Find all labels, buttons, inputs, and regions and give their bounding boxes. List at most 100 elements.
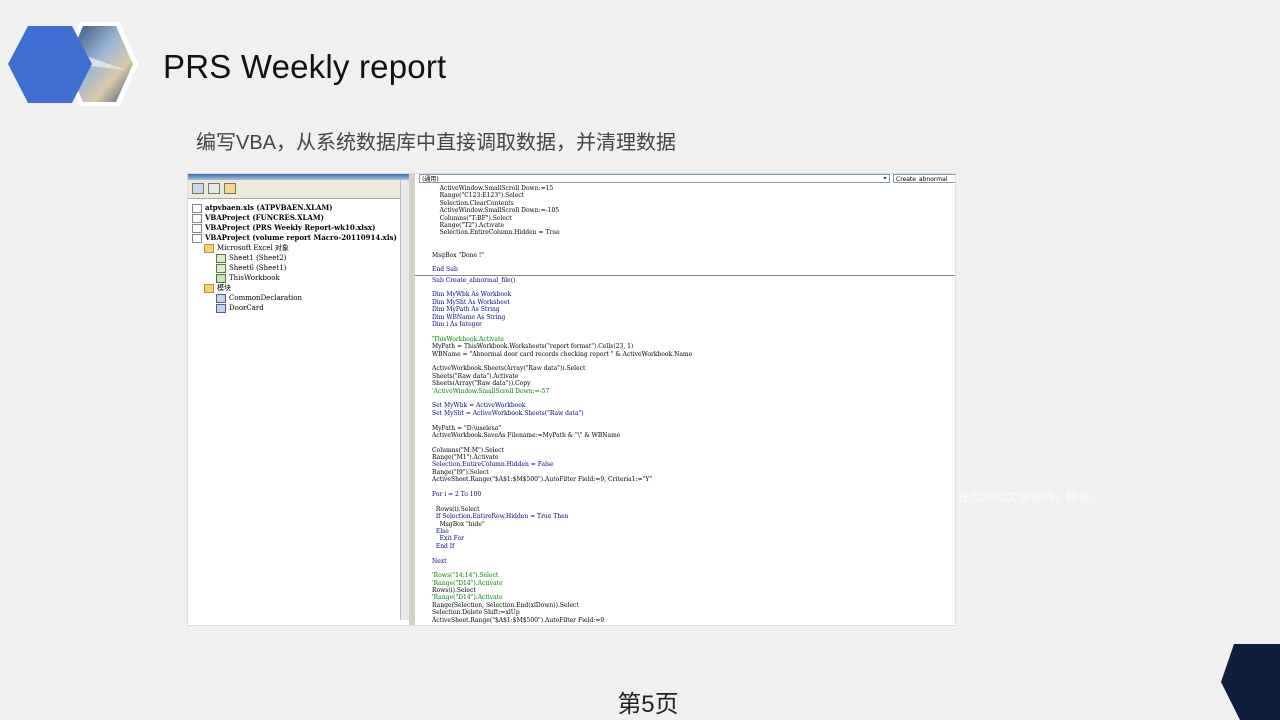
tree-item[interactable]: Sheet1 (Sheet2) — [188, 253, 409, 263]
collapse-icon — [192, 233, 202, 243]
code-line: ActiveWindow.SmallScroll Down:=-105 — [432, 207, 560, 215]
tree-item-label: VBAProject (PRS Weekly Report-wk10.xlsx) — [205, 223, 376, 232]
code-line: Dim MySht As Worksheet — [432, 298, 510, 306]
object-combo[interactable]: (通用) ▾ — [419, 174, 890, 183]
code-line: Range(Selection, Selection.End(xlDown)).… — [432, 601, 579, 609]
code-line: MsgBox "Done !" — [432, 251, 485, 259]
code-line: Selection.EntireColumn.Hidden = True — [432, 229, 560, 237]
code-line: Sheets(Array("Raw data")).Copy — [432, 380, 531, 388]
code-line: ActiveSheet.Range("$A$1:$M$500").AutoFil… — [432, 616, 605, 624]
code-line: Set MySht = ActiveWorkbook.Sheets("Raw d… — [432, 409, 584, 417]
tree-item[interactable]: VBAProject (volume report Macro-20110914… — [188, 233, 409, 243]
tree-item-label: 模块 — [217, 284, 231, 292]
tree-item[interactable]: 模块 — [188, 283, 409, 293]
tree-item-label: atpvbaen.xls (ATPVBAEN.XLAM) — [205, 203, 333, 212]
sheet-icon — [216, 253, 226, 263]
slide-title: PRS Weekly report — [163, 48, 447, 85]
code-line: For i = 2 To 100 — [432, 491, 482, 499]
tree-item-label: Sheet1 (Sheet2) — [229, 254, 287, 262]
code-line: MyPath = "D:\uselesa" — [432, 424, 501, 432]
project-toolbar — [188, 180, 409, 199]
code-line: Next — [432, 557, 447, 565]
code-editor-text[interactable]: ActiveWindow.SmallScroll Down:=15 Range(… — [415, 185, 955, 624]
code-line: ActiveSheet.Range("$A$1:$M$500").AutoFil… — [432, 476, 653, 484]
tree-item[interactable]: CommonDeclaration — [188, 293, 409, 303]
code-line: Else — [432, 527, 449, 535]
corner-hexagon-icon — [1221, 644, 1280, 720]
page-number: 第5页 — [617, 691, 679, 718]
code-line: 'ActiveWindow.SmallScroll Down:=-57 — [432, 387, 550, 395]
tree-item-label: VBAProject (volume report Macro-20110914… — [205, 233, 397, 242]
code-line: Rows(i).Select — [432, 505, 480, 513]
procedure-combo[interactable]: Create_abnormal_ — [893, 174, 955, 183]
code-line: End If — [432, 542, 455, 550]
code-line: Columns("M:M").Select — [432, 446, 504, 454]
code-line: Dim MyWbk As Workbook — [432, 291, 512, 299]
project-scrollbar[interactable] — [400, 180, 409, 620]
chevron-down-icon: ▾ — [883, 175, 887, 182]
code-line: MyPath = ThisWorkbook.Worksheets("report… — [432, 343, 634, 351]
tree-item-label: VBAProject (FUNCRES.XLAM) — [205, 213, 324, 222]
code-line: Sheets("Raw data").Activate — [432, 372, 519, 380]
object-combo-value: (通用) — [422, 176, 439, 183]
tree-item-label: Sheet6 (Sheet1) — [229, 264, 287, 272]
code-line: Selection.Delete Shift:=xlUp — [432, 609, 520, 617]
project-tree: atpvbaen.xls (ATPVBAEN.XLAM) VBAProject (… — [188, 199, 409, 313]
code-line: Range("C123:E123").Select — [432, 192, 525, 200]
tree-item-label: DoorCard — [229, 304, 264, 312]
code-line: 'Rows("14:14").Select — [432, 572, 499, 580]
toggle-folders-icon[interactable] — [224, 183, 236, 194]
project-explorer: atpvbaen.xls (ATPVBAEN.XLAM) VBAProject (… — [188, 174, 410, 625]
procedure-separator — [415, 274, 955, 276]
view-code-icon[interactable] — [192, 183, 204, 194]
code-line: Range("T2").Activate — [432, 221, 504, 229]
tree-item[interactable]: atpvbaen.xls (ATPVBAEN.XLAM) — [188, 203, 409, 213]
tree-item-label: CommonDeclaration — [229, 294, 302, 302]
code-line: ActiveWindow.SmallScroll Down:=15 — [432, 185, 554, 192]
procedure-combo-value: Create_abnormal_ — [896, 176, 951, 183]
code-line: End Sub — [432, 266, 458, 274]
tree-item[interactable]: VBAProject (PRS Weekly Report-wk10.xlsx) — [188, 223, 409, 233]
slide-subtitle: 编写VBA，从系统数据库中直接调取数据，并清理数据 — [196, 132, 677, 154]
tree-item-label: Microsoft Excel 对象 — [217, 244, 289, 252]
code-line: Sub Create_abnormal_file() — [432, 276, 516, 284]
folder-icon — [204, 243, 214, 253]
tree-item[interactable]: Microsoft Excel 对象 — [188, 243, 409, 253]
tree-item[interactable]: DoorCard — [188, 303, 409, 313]
tree-item[interactable]: ThisWorkbook — [188, 273, 409, 283]
code-line: ActiveWorkbook.SaveAs Filename:=MyPath &… — [432, 431, 621, 439]
code-line: 'Range("D14").Activate — [432, 579, 503, 587]
folder-icon — [204, 283, 214, 293]
code-line: Selection.EntireColumn.Hidden = False — [432, 461, 554, 469]
code-line: Range("I9").Select — [432, 468, 489, 476]
view-object-icon[interactable] — [208, 183, 220, 194]
code-line: Columns("T:BF").Select — [432, 214, 512, 222]
vba-editor-screenshot: atpvbaen.xls (ATPVBAEN.XLAM) VBAProject (… — [187, 173, 956, 626]
code-window[interactable]: (通用) ▾ Create_abnormal_ ActiveWindow.Sma… — [415, 174, 955, 625]
sheet-icon — [216, 263, 226, 273]
expand-icon — [192, 203, 202, 213]
code-line: 'Range("D14").Activate — [432, 594, 503, 602]
code-line: Dim WBName As String — [432, 313, 506, 321]
code-line: Range("M1").Activate — [432, 454, 499, 462]
placeholder-note: 在此添加文字说明，模板。 — [958, 490, 1103, 504]
code-line: If Selection.EntireRow.Hidden = True The… — [432, 513, 569, 521]
code-line: MsgBox "hide" — [432, 520, 485, 528]
tree-item[interactable]: Sheet6 (Sheet1) — [188, 263, 409, 273]
tree-item[interactable]: VBAProject (FUNCRES.XLAM) — [188, 213, 409, 223]
logo-hexagon-icon — [8, 22, 138, 106]
code-line: WBName = "Abnormal door card records che… — [432, 350, 693, 358]
workbook-icon — [216, 273, 226, 283]
